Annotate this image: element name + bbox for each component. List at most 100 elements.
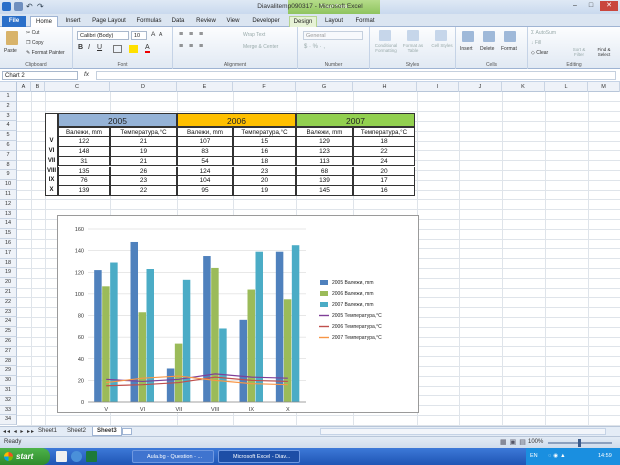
row-header[interactable]: 18 (0, 258, 17, 269)
row-header[interactable]: 12 (0, 199, 17, 210)
column-header[interactable]: M (588, 82, 620, 92)
wrap-text-button[interactable]: Wrap Text (243, 32, 265, 38)
view-buttons-icon[interactable]: ▦▣▤ (500, 438, 529, 446)
insert-function-icon[interactable]: fx (84, 71, 89, 78)
bar-1-2[interactable] (174, 343, 183, 402)
tab-layout[interactable]: Layout (320, 16, 348, 27)
row-header[interactable]: 11 (0, 190, 17, 200)
row-header[interactable]: 32 (0, 395, 17, 406)
row-header[interactable]: 13 (0, 209, 17, 220)
format-as-table-icon[interactable] (407, 30, 419, 41)
bar-0-0[interactable] (94, 270, 102, 402)
bar-1-1[interactable] (138, 312, 146, 402)
currency-percent-icons[interactable]: $ · % · , (304, 44, 325, 50)
horizontal-align-icons[interactable]: ≡ ≡ ≡ (179, 43, 205, 50)
column-header[interactable]: B (31, 82, 45, 92)
column-header[interactable]: E (177, 82, 233, 92)
row-header[interactable]: 28 (0, 356, 17, 367)
select-all-corner[interactable] (0, 82, 17, 92)
row-header[interactable]: 7 (0, 150, 17, 161)
number-format-select[interactable]: General (303, 31, 363, 40)
format-button[interactable]: Format (501, 46, 517, 52)
clear-button[interactable]: ◇ Clear (531, 50, 548, 56)
sheet-tab-3[interactable]: Sheet3 (92, 427, 122, 436)
row-header[interactable]: 1 (0, 92, 17, 102)
row-header[interactable]: 25 (0, 327, 17, 337)
cell-styles-icon[interactable] (435, 30, 447, 41)
format-as-table-button[interactable]: Format as Table (401, 43, 425, 53)
cut-button[interactable]: ✂ Cut (26, 30, 39, 36)
row-header[interactable]: 19 (0, 268, 17, 279)
format-painter-button[interactable]: ✎ Format Painter (26, 50, 65, 56)
shrink-font-icon[interactable]: A (159, 32, 162, 38)
row-header[interactable]: 14 (0, 219, 17, 230)
task-browser[interactable]: Aula.bg - Question - ... (132, 450, 214, 463)
tab-page-layout[interactable]: Page Layout (88, 16, 130, 27)
bar-1-3[interactable] (211, 267, 219, 402)
zoom-level[interactable]: 100% (528, 439, 543, 445)
tab-data[interactable]: Data (167, 16, 189, 27)
zoom-slider-thumb[interactable] (578, 439, 581, 447)
minimize-button[interactable]: – (568, 1, 582, 11)
task-excel[interactable]: Microsoft Excel - Diav... (218, 450, 300, 463)
column-header[interactable]: A (17, 82, 31, 92)
cell-styles-button[interactable]: Cell Styles (430, 43, 454, 48)
row-header[interactable]: 24 (0, 317, 17, 328)
paste-icon[interactable] (6, 31, 18, 45)
tab-format[interactable]: Format (351, 16, 379, 27)
row-header[interactable]: 2 (0, 101, 17, 112)
row-header[interactable]: 23 (0, 307, 17, 318)
copy-button[interactable]: ❐ Copy (26, 40, 44, 46)
conditional-formatting-button[interactable]: Conditional Formatting (372, 43, 400, 53)
borders-icon[interactable] (113, 45, 122, 53)
legend-label[interactable]: 2007 Температура,°C (332, 335, 382, 341)
grow-font-icon[interactable]: A (151, 31, 155, 38)
close-button[interactable]: ✕ (600, 1, 618, 11)
legend-label[interactable]: 2006 Валежи, mm (332, 291, 374, 297)
legend-label[interactable]: 2006 Температура,°C (332, 324, 382, 330)
embedded-chart[interactable]: 0 20 40 60 80 100 120 140 160 V VI VII VIII IX X 2005 В… (57, 215, 419, 413)
row-header[interactable]: 27 (0, 346, 17, 357)
tab-file[interactable]: File (2, 16, 26, 27)
bar-2-4[interactable] (255, 251, 263, 402)
vertical-align-icons[interactable]: ≡ ≡ ≡ (179, 31, 205, 38)
column-header[interactable]: F (233, 82, 296, 92)
column-header[interactable]: K (502, 82, 545, 92)
merge-center-button[interactable]: Merge & Center (243, 44, 278, 50)
legend-label[interactable]: 2005 Температура,°C (332, 313, 382, 319)
conditional-formatting-icon[interactable] (379, 30, 391, 41)
column-header[interactable]: D (110, 82, 177, 92)
tab-formulas[interactable]: Formulas (133, 16, 165, 27)
bar-2-3[interactable] (219, 328, 227, 402)
row-header[interactable]: 15 (0, 229, 17, 239)
tab-developer[interactable]: Developer (248, 16, 284, 27)
tab-view[interactable]: View (222, 16, 244, 27)
column-header[interactable]: I (417, 82, 459, 92)
column-header[interactable]: H (353, 82, 417, 92)
row-header[interactable]: 31 (0, 386, 17, 396)
autosum-button[interactable]: Σ AutoSum (531, 30, 556, 36)
bar-2-5[interactable] (291, 245, 300, 402)
row-header[interactable]: 8 (0, 160, 17, 171)
sheet-nav-arrows-icon[interactable]: ◂◂ ◂ ▸ ▸▸ (3, 428, 35, 435)
row-header[interactable]: 26 (0, 337, 17, 347)
row-header[interactable]: 29 (0, 366, 17, 377)
bar-2-1[interactable] (146, 269, 154, 402)
column-header[interactable]: L (545, 82, 588, 92)
underline-button[interactable]: U (97, 44, 102, 51)
browser-icon[interactable] (71, 451, 82, 462)
horizontal-scrollbar[interactable] (320, 428, 606, 435)
find-select-button[interactable]: Find & Select (592, 47, 616, 57)
insert-button[interactable]: Insert (460, 46, 473, 52)
row-header[interactable]: 30 (0, 376, 17, 386)
sort-filter-button[interactable]: Sort & Filter (568, 47, 590, 57)
tab-design[interactable]: Design (289, 16, 317, 27)
new-sheet-icon[interactable] (122, 428, 132, 435)
maximize-button[interactable]: □ (584, 1, 598, 11)
row-header[interactable]: 21 (0, 288, 17, 298)
bold-button[interactable]: B (78, 44, 83, 51)
font-name-select[interactable]: Calibri (Body) (77, 31, 129, 40)
row-header[interactable]: 9 (0, 170, 17, 181)
quicklaunch-icon[interactable] (56, 451, 67, 462)
bar-0-2[interactable] (166, 368, 175, 402)
